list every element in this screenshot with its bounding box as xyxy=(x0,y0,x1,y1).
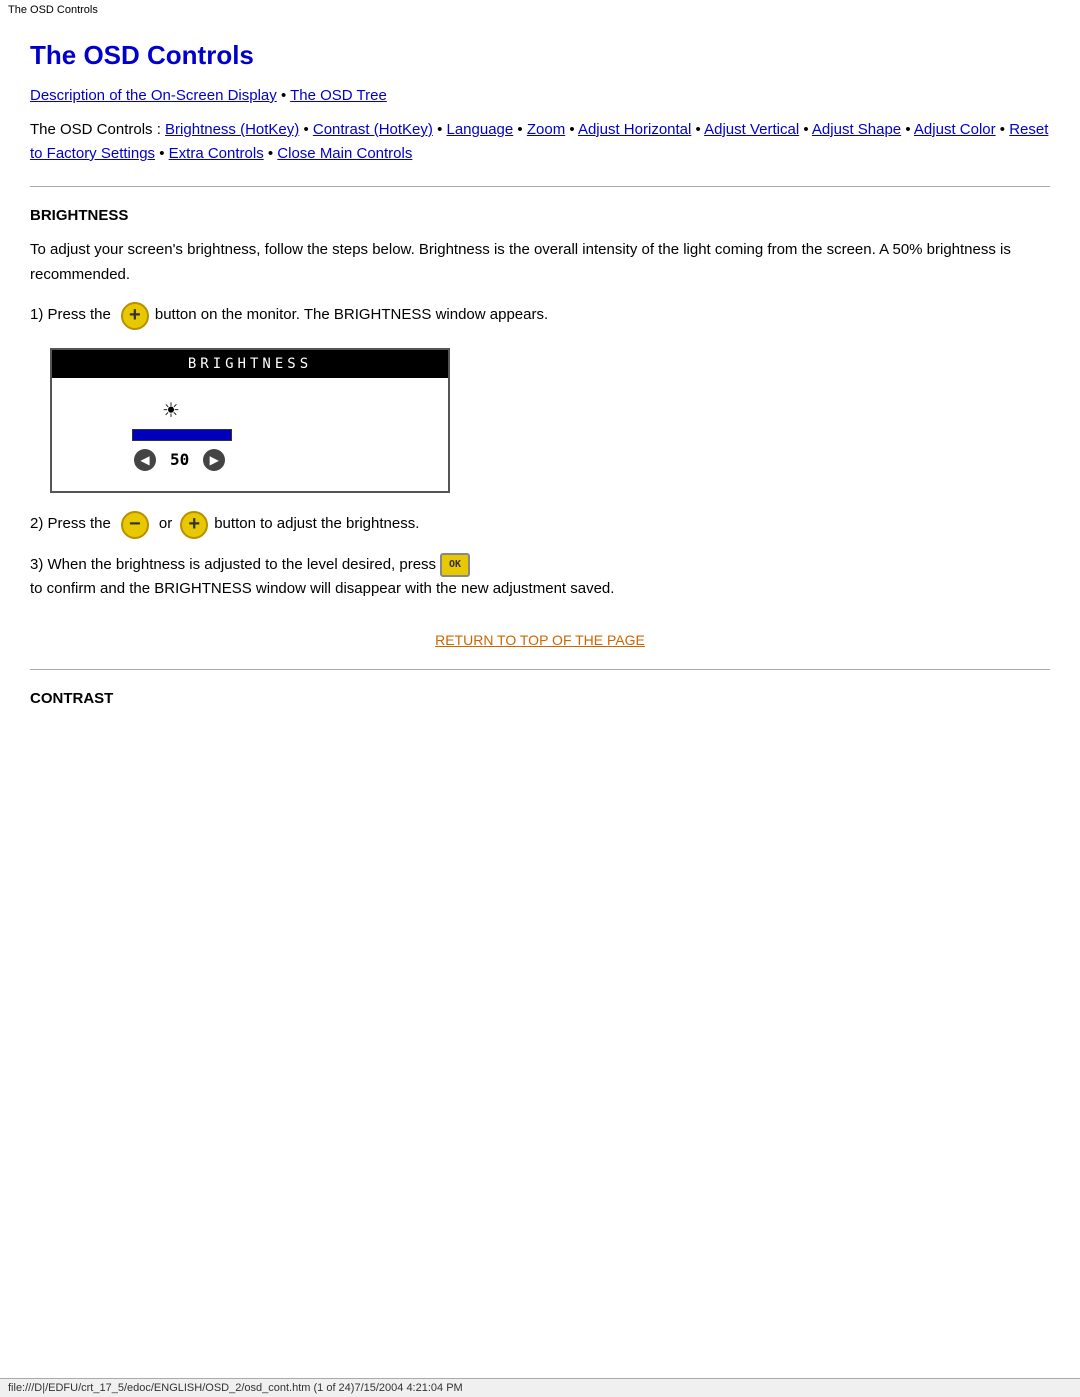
sun-icon: ☀ xyxy=(162,398,180,423)
osd-right-arrow: ▶ xyxy=(203,449,225,471)
link-adjust-vertical[interactable]: Adjust Vertical xyxy=(704,121,799,138)
osd-brightness-window: BRIGHTNESS ☀ ◀ 50 ▶ xyxy=(50,348,450,493)
brightness-body: To adjust your screen's brightness, foll… xyxy=(30,238,1050,288)
step3-prefix: 3) When the brightness is adjusted to th… xyxy=(30,553,436,578)
osd-titlebar: BRIGHTNESS xyxy=(52,350,448,378)
divider-bottom xyxy=(30,669,1050,670)
link-adjust-shape[interactable]: Adjust Shape xyxy=(812,121,901,138)
return-to-top-link[interactable]: RETURN TO TOP OF THE PAGE xyxy=(435,632,645,648)
brightness-controls: ◀ 50 ▶ xyxy=(134,449,225,471)
divider-top xyxy=(30,186,1050,187)
step2-line: 2) Press the − or + button to adjust the… xyxy=(30,511,1050,539)
intro-paragraph: The OSD Controls : Brightness (HotKey) •… xyxy=(30,118,1050,166)
link-brightness-hotkey[interactable]: Brightness (HotKey) xyxy=(165,121,299,138)
step3-suffix: to confirm and the BRIGHTNESS window wil… xyxy=(30,577,614,602)
ok-button-icon: OK xyxy=(440,553,470,577)
title-bar-text: The OSD Controls xyxy=(8,4,98,16)
step1-suffix: button on the monitor. The BRIGHTNESS wi… xyxy=(155,303,548,328)
contrast-heading: CONTRAST xyxy=(30,690,1050,707)
step3-line: 3) When the brightness is adjusted to th… xyxy=(30,553,1050,603)
step2-prefix: 2) Press the xyxy=(30,512,111,537)
brightness-heading: BRIGHTNESS xyxy=(30,207,1050,224)
top-nav-links: Description of the On-Screen Display • T… xyxy=(30,87,1050,104)
return-to-top: RETURN TO TOP OF THE PAGE xyxy=(30,632,1050,649)
link-zoom[interactable]: Zoom xyxy=(527,121,565,138)
link-extra-controls[interactable]: Extra Controls xyxy=(169,145,264,162)
page-title: The OSD Controls xyxy=(30,40,1050,71)
link-adjust-color[interactable]: Adjust Color xyxy=(914,121,996,138)
link-adjust-horizontal[interactable]: Adjust Horizontal xyxy=(578,121,691,138)
plus-button-icon: + xyxy=(121,302,149,330)
brightness-bar xyxy=(132,429,232,441)
link-close-main-controls[interactable]: Close Main Controls xyxy=(277,145,412,162)
osd-left-arrow: ◀ xyxy=(134,449,156,471)
osd-value: 50 xyxy=(170,450,189,469)
link-language[interactable]: Language xyxy=(447,121,514,138)
link-osd-tree[interactable]: The OSD Tree xyxy=(290,87,387,104)
step1-line: 1) Press the + button on the monitor. Th… xyxy=(30,302,1050,330)
link-contrast-hotkey[interactable]: Contrast (HotKey) xyxy=(313,121,433,138)
main-content: The OSD Controls Description of the On-S… xyxy=(0,20,1080,741)
link-description-osd[interactable]: Description of the On-Screen Display xyxy=(30,87,277,104)
minus-button-icon: − xyxy=(121,511,149,539)
status-bar: file:///D|/EDFU/crt_17_5/edoc/ENGLISH/OS… xyxy=(0,1378,1080,1397)
plus-button-icon-2: + xyxy=(180,511,208,539)
brightness-bar-container xyxy=(132,429,232,441)
step2-middle: or xyxy=(159,512,172,537)
step1-prefix: 1) Press the xyxy=(30,303,111,328)
osd-body: ☀ ◀ 50 ▶ xyxy=(52,378,448,491)
status-bar-text: file:///D|/EDFU/crt_17_5/edoc/ENGLISH/OS… xyxy=(8,1382,463,1394)
title-bar: The OSD Controls xyxy=(0,0,1080,20)
step2-suffix: button to adjust the brightness. xyxy=(214,512,419,537)
intro-prefix: The OSD Controls : xyxy=(30,121,165,138)
